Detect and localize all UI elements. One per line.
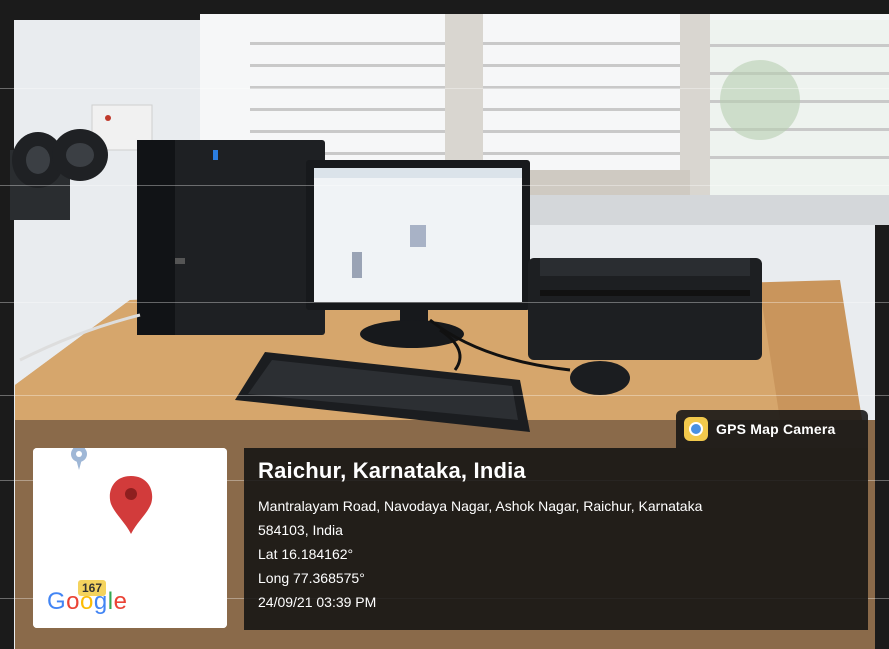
gps-map-camera-badge: GPS Map Camera — [676, 410, 868, 448]
timestamp: 24/09/21 03:39 PM — [258, 594, 377, 610]
longitude: Long 77.368575° — [258, 570, 365, 586]
google-logo: Google — [47, 588, 128, 615]
cpu-tower — [137, 140, 325, 335]
address-line-1: Mantralayam Road, Navodaya Nagar, Ashok … — [258, 498, 703, 514]
gps-camera-app-icon — [684, 417, 708, 441]
printer — [528, 258, 762, 360]
map-thumbnail: 167 Google — [33, 448, 227, 628]
latitude: Lat 16.184162° — [258, 546, 354, 562]
location-info-panel: Raichur, Karnataka, India Mantralayam Ro… — [244, 448, 868, 630]
badge-label: GPS Map Camera — [716, 421, 836, 437]
photo-frame: GPS Map Camera 167 Google Raichur, Karna… — [0, 0, 889, 649]
location-title: Raichur, Karnataka, India — [258, 458, 526, 483]
address-line-2: 584103, India — [258, 522, 343, 538]
mouse — [570, 361, 630, 395]
